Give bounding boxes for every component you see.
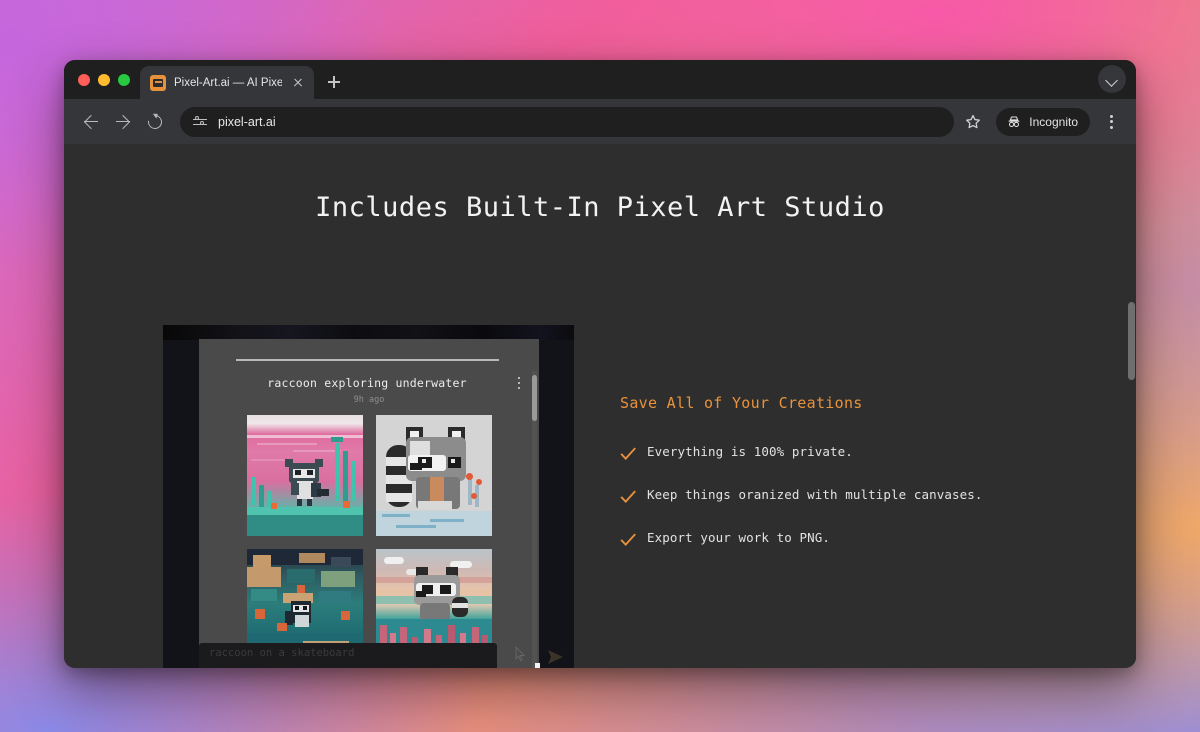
- check-icon: [620, 533, 636, 546]
- incognito-label: Incognito: [1029, 114, 1078, 129]
- pixel-art-favicon: [150, 74, 166, 91]
- arrow-cursor: [515, 646, 526, 662]
- browser-toolbar: pixel-art.ai Incognito: [64, 99, 1136, 144]
- gallery-thumbnail-grid: [247, 415, 493, 668]
- studio-app-screen: raccoon exploring underwater 9h ago racc…: [163, 325, 574, 668]
- reload-icon: [145, 111, 165, 132]
- page-title: Includes Built-In Pixel Art Studio: [315, 192, 885, 223]
- feature-heading: Save All of Your Creations: [620, 394, 863, 412]
- raccoon-pink-sky-coral[interactable]: [247, 415, 363, 536]
- feature-item-label: Everything is 100% private.: [647, 444, 853, 459]
- address-bar-url: pixel-art.ai: [218, 114, 276, 129]
- feature-item: Export your work to PNG.: [620, 531, 1020, 548]
- address-bar[interactable]: pixel-art.ai: [180, 106, 955, 137]
- send-button[interactable]: [544, 647, 568, 667]
- check-icon: [620, 447, 636, 460]
- page-viewport: Includes Built-In Pixel Art Studio racco…: [64, 144, 1136, 668]
- studio-prompt-input[interactable]: raccoon on a skateboard: [199, 643, 497, 668]
- window-minimize-button[interactable]: [98, 73, 110, 86]
- chevron-down-icon: [1105, 74, 1118, 87]
- browser-tab[interactable]: Pixel-Art.ai — AI Pixel Art Ge: [140, 66, 314, 99]
- kebab-menu-icon[interactable]: [513, 375, 525, 391]
- browser-window: Pixel-Art.ai — AI Pixel Art Ge pixel-art…: [64, 60, 1136, 668]
- text-caret: [535, 663, 540, 668]
- modal-divider: [236, 359, 499, 361]
- gallery-scrollbar-thumb[interactable]: [532, 375, 537, 421]
- gallery-prompt-row: raccoon exploring underwater: [199, 375, 539, 391]
- studio-canvas-strip: [163, 325, 574, 340]
- studio-prompt-value: raccoon on a skateboard: [209, 647, 355, 659]
- desktop-background: Pixel-Art.ai — AI Pixel Art Ge pixel-art…: [0, 0, 1200, 732]
- forward-button[interactable]: [108, 107, 138, 137]
- page-scrollbar-thumb[interactable]: [1128, 302, 1135, 380]
- kebab-menu-icon[interactable]: [1098, 109, 1124, 135]
- tune-icon[interactable]: [192, 114, 208, 130]
- window-zoom-button[interactable]: [118, 73, 130, 86]
- gallery-prompt-text: raccoon exploring underwater: [267, 376, 467, 390]
- incognito-indicator[interactable]: Incognito: [996, 107, 1090, 136]
- gallery-scrollbar[interactable]: [532, 371, 537, 668]
- new-tab-button[interactable]: [320, 68, 348, 96]
- feature-item: Everything is 100% private.: [620, 445, 1020, 462]
- browser-tab-strip: Pixel-Art.ai — AI Pixel Art Ge: [64, 60, 1136, 99]
- gallery-modal: raccoon exploring underwater 9h ago: [199, 339, 539, 668]
- incognito-icon: [1008, 115, 1020, 127]
- window-close-button[interactable]: [78, 73, 90, 86]
- close-icon[interactable]: [290, 75, 306, 91]
- page-scrollbar[interactable]: [1127, 144, 1136, 668]
- reload-button[interactable]: [140, 107, 170, 137]
- check-icon: [620, 490, 636, 503]
- tab-search-button[interactable]: [1098, 65, 1126, 93]
- feature-item-label: Export your work to PNG.: [647, 530, 831, 545]
- browser-tab-title: Pixel-Art.ai — AI Pixel Art Ge: [174, 76, 282, 89]
- studio-preview-video[interactable]: raccoon exploring underwater 9h ago racc…: [163, 325, 574, 668]
- window-traffic-lights: [76, 60, 140, 99]
- back-button[interactable]: [76, 107, 106, 137]
- feature-item-label: Keep things oranized with multiple canva…: [647, 487, 983, 502]
- feature-item: Keep things oranized with multiple canva…: [620, 488, 1020, 505]
- star-icon[interactable]: [960, 109, 986, 135]
- raccoon-chibi-grey[interactable]: [376, 415, 492, 536]
- feature-copy-block: Save All of Your Creations Everything is…: [620, 394, 1020, 574]
- gallery-timestamp: 9h ago: [353, 395, 385, 405]
